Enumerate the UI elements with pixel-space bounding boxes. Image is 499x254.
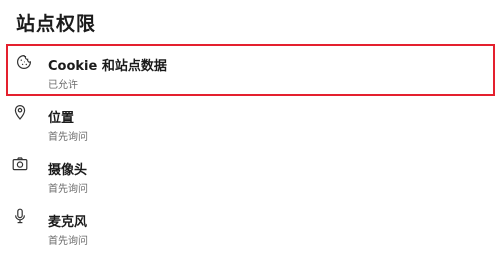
permission-status: 已允许 xyxy=(48,80,78,91)
permission-item-location[interactable]: 位置 首先询问 xyxy=(0,96,499,148)
permission-label: 麦克风 xyxy=(48,215,88,230)
permission-list: Cookie 和站点数据 已允许 位置 首先询问 摄像头 首先询问 麦克风 首先… xyxy=(0,44,499,252)
page-title: 站点权限 xyxy=(16,13,97,35)
microphone-icon xyxy=(12,208,28,224)
site-permissions-page: 站点权限 Cookie 和站点数据 已允许 位置 首先询问 摄像头 首先询问 麦… xyxy=(0,0,499,254)
permission-label: 摄像头 xyxy=(48,163,88,178)
permission-status: 首先询问 xyxy=(48,236,88,247)
permission-status: 首先询问 xyxy=(48,184,88,195)
permission-item-camera[interactable]: 摄像头 首先询问 xyxy=(0,148,499,200)
permission-status: 首先询问 xyxy=(48,132,88,143)
camera-icon xyxy=(12,156,28,172)
permission-label: Cookie 和站点数据 xyxy=(48,59,167,74)
cookie-icon xyxy=(16,54,32,70)
permission-item-microphone[interactable]: 麦克风 首先询问 xyxy=(0,200,499,252)
permission-label: 位置 xyxy=(48,111,75,126)
location-pin-icon xyxy=(12,104,28,120)
permission-item-cookies[interactable]: Cookie 和站点数据 已允许 xyxy=(6,44,495,96)
